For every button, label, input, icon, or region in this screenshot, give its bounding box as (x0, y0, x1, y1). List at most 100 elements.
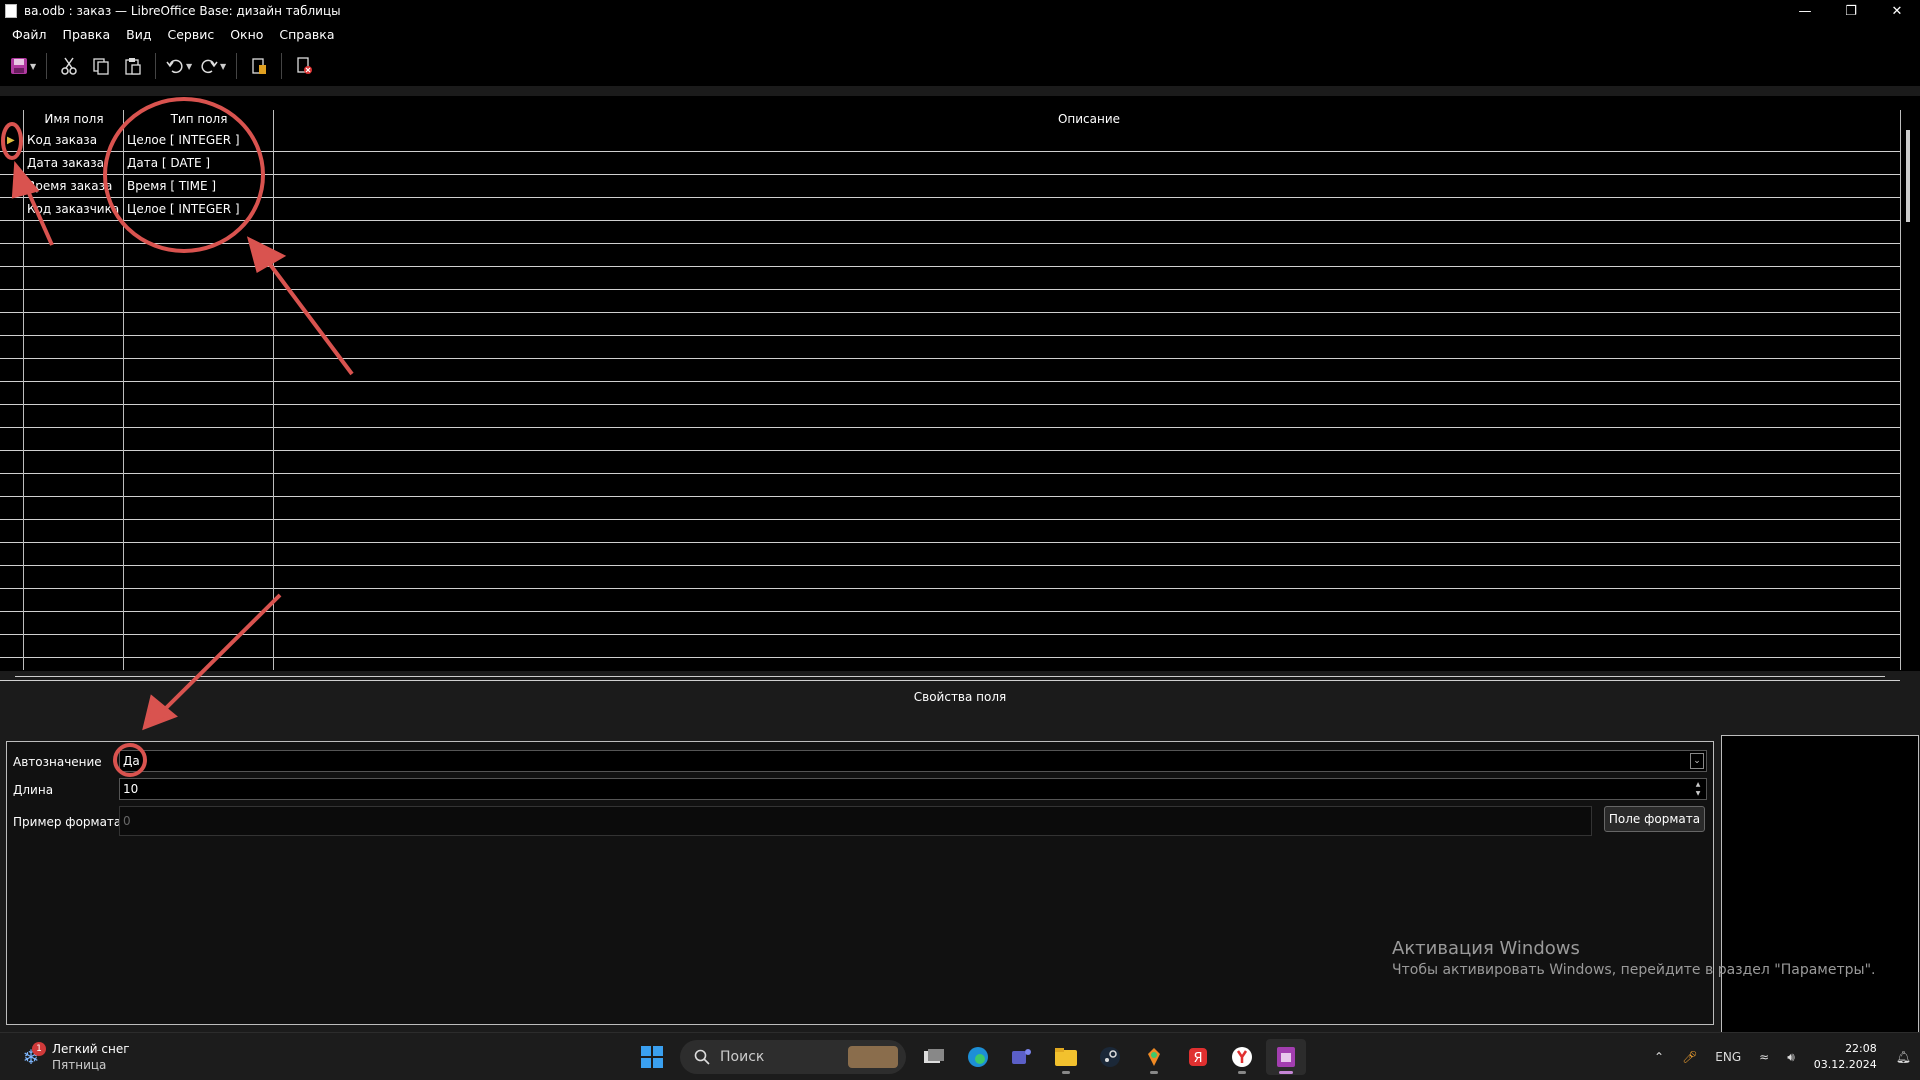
teams-icon[interactable] (1002, 1039, 1042, 1075)
clock-time: 22:08 (1845, 1042, 1877, 1055)
field-name-cell[interactable]: Код заказчика (24, 198, 124, 220)
field-grid[interactable]: Имя поля Тип поля Описание ▶ Код заказа Це… (0, 110, 1905, 681)
table-row[interactable] (0, 520, 1900, 543)
clock[interactable]: 22:08 03.12.2024 (1814, 1041, 1877, 1073)
help-text-panel (1721, 735, 1919, 1033)
field-description-cell[interactable] (274, 129, 1894, 151)
yandex-icon[interactable]: Я (1178, 1039, 1218, 1075)
svg-text:Я: Я (1193, 1051, 1202, 1066)
table-row[interactable] (0, 658, 1900, 681)
header-description[interactable]: Описание (274, 110, 1904, 128)
menu-file[interactable]: Файл (4, 27, 55, 42)
edge-icon[interactable] (958, 1039, 998, 1075)
table-row[interactable]: ▶ Код заказа Целое [ INTEGER ] (0, 129, 1900, 152)
task-view-icon[interactable] (914, 1039, 954, 1075)
splitter[interactable] (15, 676, 1885, 677)
table-row[interactable] (0, 244, 1900, 267)
field-name-cell[interactable]: Дата заказа (24, 152, 124, 174)
close-icon[interactable]: ✕ (1874, 0, 1920, 22)
table-row[interactable] (0, 405, 1900, 428)
clock-date: 03.12.2024 (1813, 1058, 1877, 1071)
chevron-up-icon[interactable]: ⌃ (1654, 1050, 1664, 1064)
table-row[interactable] (0, 428, 1900, 451)
volume-icon[interactable]: 🔊︎ (1787, 1050, 1795, 1065)
copy-icon[interactable] (85, 51, 117, 81)
field-description-cell[interactable] (274, 198, 1894, 220)
field-description-cell[interactable] (274, 152, 1894, 174)
table-row[interactable] (0, 290, 1900, 313)
field-name-cell[interactable]: Код заказа (24, 129, 124, 151)
vertical-scrollbar[interactable] (1906, 130, 1910, 222)
header-field-name[interactable]: Имя поля (24, 110, 124, 128)
steam-icon[interactable] (1090, 1039, 1130, 1075)
redo-icon[interactable] (196, 51, 222, 81)
length-label: Длина (13, 783, 54, 797)
menu-tools[interactable]: Сервис (159, 27, 222, 42)
field-type-cell[interactable]: Целое [ INTEGER ] (124, 129, 274, 151)
table-row[interactable] (0, 313, 1900, 336)
taskbar-search[interactable]: Поиск (680, 1040, 906, 1074)
taskbar-apps: Поиск Я (630, 1039, 1308, 1075)
minimize-icon[interactable]: — (1782, 0, 1828, 22)
field-description-cell[interactable] (274, 175, 1894, 197)
redo-dropdown-icon[interactable]: ▼ (220, 62, 230, 71)
autovalue-select[interactable]: Да ⌄ (119, 750, 1707, 772)
menu-help[interactable]: Справка (271, 27, 342, 42)
weather-widget[interactable]: ❄ 1 Легкий снег Пятница (18, 1041, 130, 1073)
table-row[interactable] (0, 267, 1900, 290)
table-row[interactable] (0, 451, 1900, 474)
system-tray: ⌃ 🎤︎ ENG ≈ 🔊︎ 22:08 03.12.2024 🔔︎ (1645, 1033, 1920, 1080)
table-row[interactable] (0, 474, 1900, 497)
primary-key-marker-icon: ▶ (7, 134, 15, 146)
document-icon (5, 4, 17, 18)
weather-text: Легкий снег (52, 1042, 130, 1056)
header-field-type[interactable]: Тип поля (124, 110, 274, 128)
save-icon[interactable] (6, 51, 32, 81)
table-row[interactable]: Время заказа Время [ TIME ] (0, 175, 1900, 198)
index-design-icon[interactable] (243, 51, 275, 81)
table-row[interactable]: Код заказчика Целое [ INTEGER ] (0, 198, 1900, 221)
wifi-icon[interactable]: ≈ (1759, 1050, 1769, 1064)
save-dropdown-icon[interactable]: ▼ (30, 62, 40, 71)
spin-arrows-icon[interactable]: ▲ ▼ (1692, 780, 1704, 798)
yandex-browser-icon[interactable] (1222, 1039, 1262, 1075)
weather-badge: 1 (32, 1042, 46, 1056)
undo-icon[interactable] (162, 51, 188, 81)
fl-studio-icon[interactable] (1134, 1039, 1174, 1075)
table-row[interactable] (0, 589, 1900, 612)
cut-icon[interactable] (53, 51, 85, 81)
table-row[interactable] (0, 612, 1900, 635)
field-name-cell[interactable]: Время заказа (24, 175, 124, 197)
length-spinbox[interactable]: 10 ▲ ▼ (119, 778, 1707, 800)
paste-icon[interactable] (117, 51, 149, 81)
table-row[interactable] (0, 497, 1900, 520)
menu-view[interactable]: Вид (118, 27, 159, 42)
field-type-cell[interactable]: Целое [ INTEGER ] (124, 198, 274, 220)
menu-edit[interactable]: Правка (55, 27, 119, 42)
microphone-icon[interactable]: 🎤︎ (1682, 1050, 1697, 1064)
search-placeholder: Поиск (720, 1049, 765, 1065)
file-explorer-icon[interactable] (1046, 1039, 1086, 1075)
primary-key-icon[interactable] (288, 51, 320, 81)
table-row[interactable] (0, 336, 1900, 359)
field-properties-panel: Автозначение Да ⌄ Длина 10 ▲ ▼ Пример фор… (6, 741, 1714, 1025)
table-row[interactable] (0, 359, 1900, 382)
menu-window[interactable]: Окно (222, 27, 271, 42)
field-type-cell[interactable]: Дата [ DATE ] (124, 152, 274, 174)
title-bar: ва.odb : заказ — LibreOffice Base: дизай… (0, 0, 1920, 22)
table-row[interactable] (0, 221, 1900, 244)
undo-dropdown-icon[interactable]: ▼ (186, 62, 196, 71)
chevron-down-icon[interactable]: ⌄ (1690, 753, 1704, 769)
table-row[interactable] (0, 382, 1900, 405)
table-row[interactable] (0, 543, 1900, 566)
libreoffice-base-icon[interactable] (1266, 1039, 1306, 1075)
format-field-button[interactable]: Поле формата (1604, 806, 1705, 832)
restore-icon[interactable]: ❐ (1828, 0, 1874, 22)
field-type-cell[interactable]: Время [ TIME ] (124, 175, 274, 197)
start-icon[interactable] (632, 1039, 672, 1075)
table-row[interactable] (0, 635, 1900, 658)
language-indicator[interactable]: ENG (1715, 1050, 1741, 1064)
table-row[interactable] (0, 566, 1900, 589)
table-row[interactable]: Дата заказа Дата [ DATE ] (0, 152, 1900, 175)
notification-bell-icon[interactable]: 🔔︎ (1896, 1050, 1911, 1064)
